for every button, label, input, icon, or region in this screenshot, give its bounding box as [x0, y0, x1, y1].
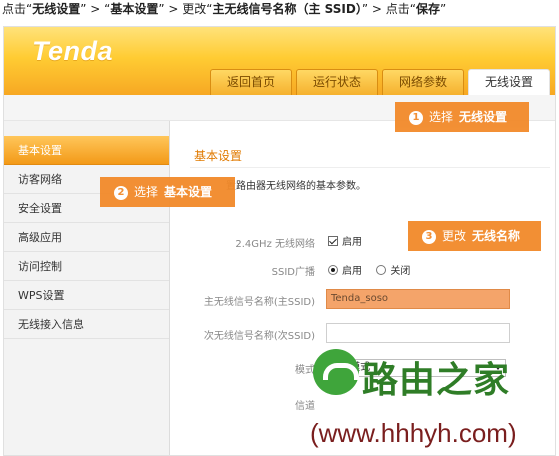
step-number: 2 — [114, 186, 128, 200]
page-description: 置路由器无线网络的基本参数。 — [226, 181, 366, 192]
top-tabs: 返回首页 运行状态 网络参数 无线设置 — [210, 69, 554, 95]
callout-step-3: 3 更改 无线名称 — [408, 221, 541, 251]
watermark-logo-icon — [313, 349, 359, 395]
content-panel: 基本设置 置路由器无线网络的基本参数。 2.4GHz 无线网络 启用 SSID广… — [170, 121, 555, 455]
sidebar-item-basic[interactable]: 基本设置 — [4, 136, 169, 165]
instruction-text: 点击“无线设置” > “基本设置” > 更改“主无线信号名称（主 SSID）” … — [2, 2, 447, 16]
wifi-24-checkbox[interactable] — [328, 236, 338, 246]
page-title: 基本设置 — [194, 149, 243, 163]
watermark-site-name: 路由之家 — [362, 360, 511, 401]
step-number: 3 — [422, 230, 436, 244]
sidebar-item-client-info[interactable]: 无线接入信息 — [4, 310, 169, 339]
header-bar: Tenda 返回首页 运行状态 网络参数 无线设置 — [4, 27, 555, 95]
ssid-broadcast-off-label: 关闭 — [390, 266, 411, 277]
ssid-broadcast-off-radio[interactable] — [376, 265, 387, 275]
mode-label: 模式 — [295, 365, 315, 376]
wifi-24-label: 2.4GHz 无线网络 — [235, 239, 315, 250]
channel-label: 信道 — [295, 401, 315, 412]
wifi-24-control: 启用 — [328, 233, 362, 248]
step-number: 1 — [409, 111, 423, 125]
sidebar-item-advanced[interactable]: 高级应用 — [4, 223, 169, 252]
ssid-broadcast-control: 启用 关闭 — [328, 262, 410, 277]
main-ssid-label: 主无线信号名称(主SSID) — [203, 297, 315, 308]
tab-home[interactable]: 返回首页 — [210, 69, 292, 95]
sidebar-item-wps[interactable]: WPS设置 — [4, 281, 169, 310]
wifi-24-value: 启用 — [342, 237, 362, 248]
tab-network[interactable]: 网络参数 — [382, 69, 464, 95]
title-divider — [190, 167, 550, 168]
ssid-broadcast-on-radio[interactable] — [328, 265, 338, 275]
tab-wireless[interactable]: 无线设置 — [468, 69, 550, 95]
sub-ssid-input[interactable] — [326, 323, 510, 343]
tab-status[interactable]: 运行状态 — [296, 69, 378, 95]
ssid-broadcast-on-label: 启用 — [342, 266, 362, 277]
sidebar-item-access-control[interactable]: 访问控制 — [4, 252, 169, 281]
main-ssid-input[interactable]: Tenda_soso — [326, 289, 510, 309]
ssid-broadcast-label: SSID广播 — [271, 267, 315, 278]
watermark-url: (www.hhhyh.com) — [310, 418, 517, 448]
sub-ssid-label: 次无线信号名称(次SSID) — [203, 331, 315, 342]
sidebar: 基本设置 访客网络 安全设置 高级应用 访问控制 WPS设置 无线接入信息 — [4, 121, 170, 455]
callout-step-2: 2 选择 基本设置 — [100, 177, 235, 207]
tenda-logo: Tenda — [32, 36, 114, 66]
callout-step-1: 1 选择 无线设置 — [395, 102, 529, 132]
